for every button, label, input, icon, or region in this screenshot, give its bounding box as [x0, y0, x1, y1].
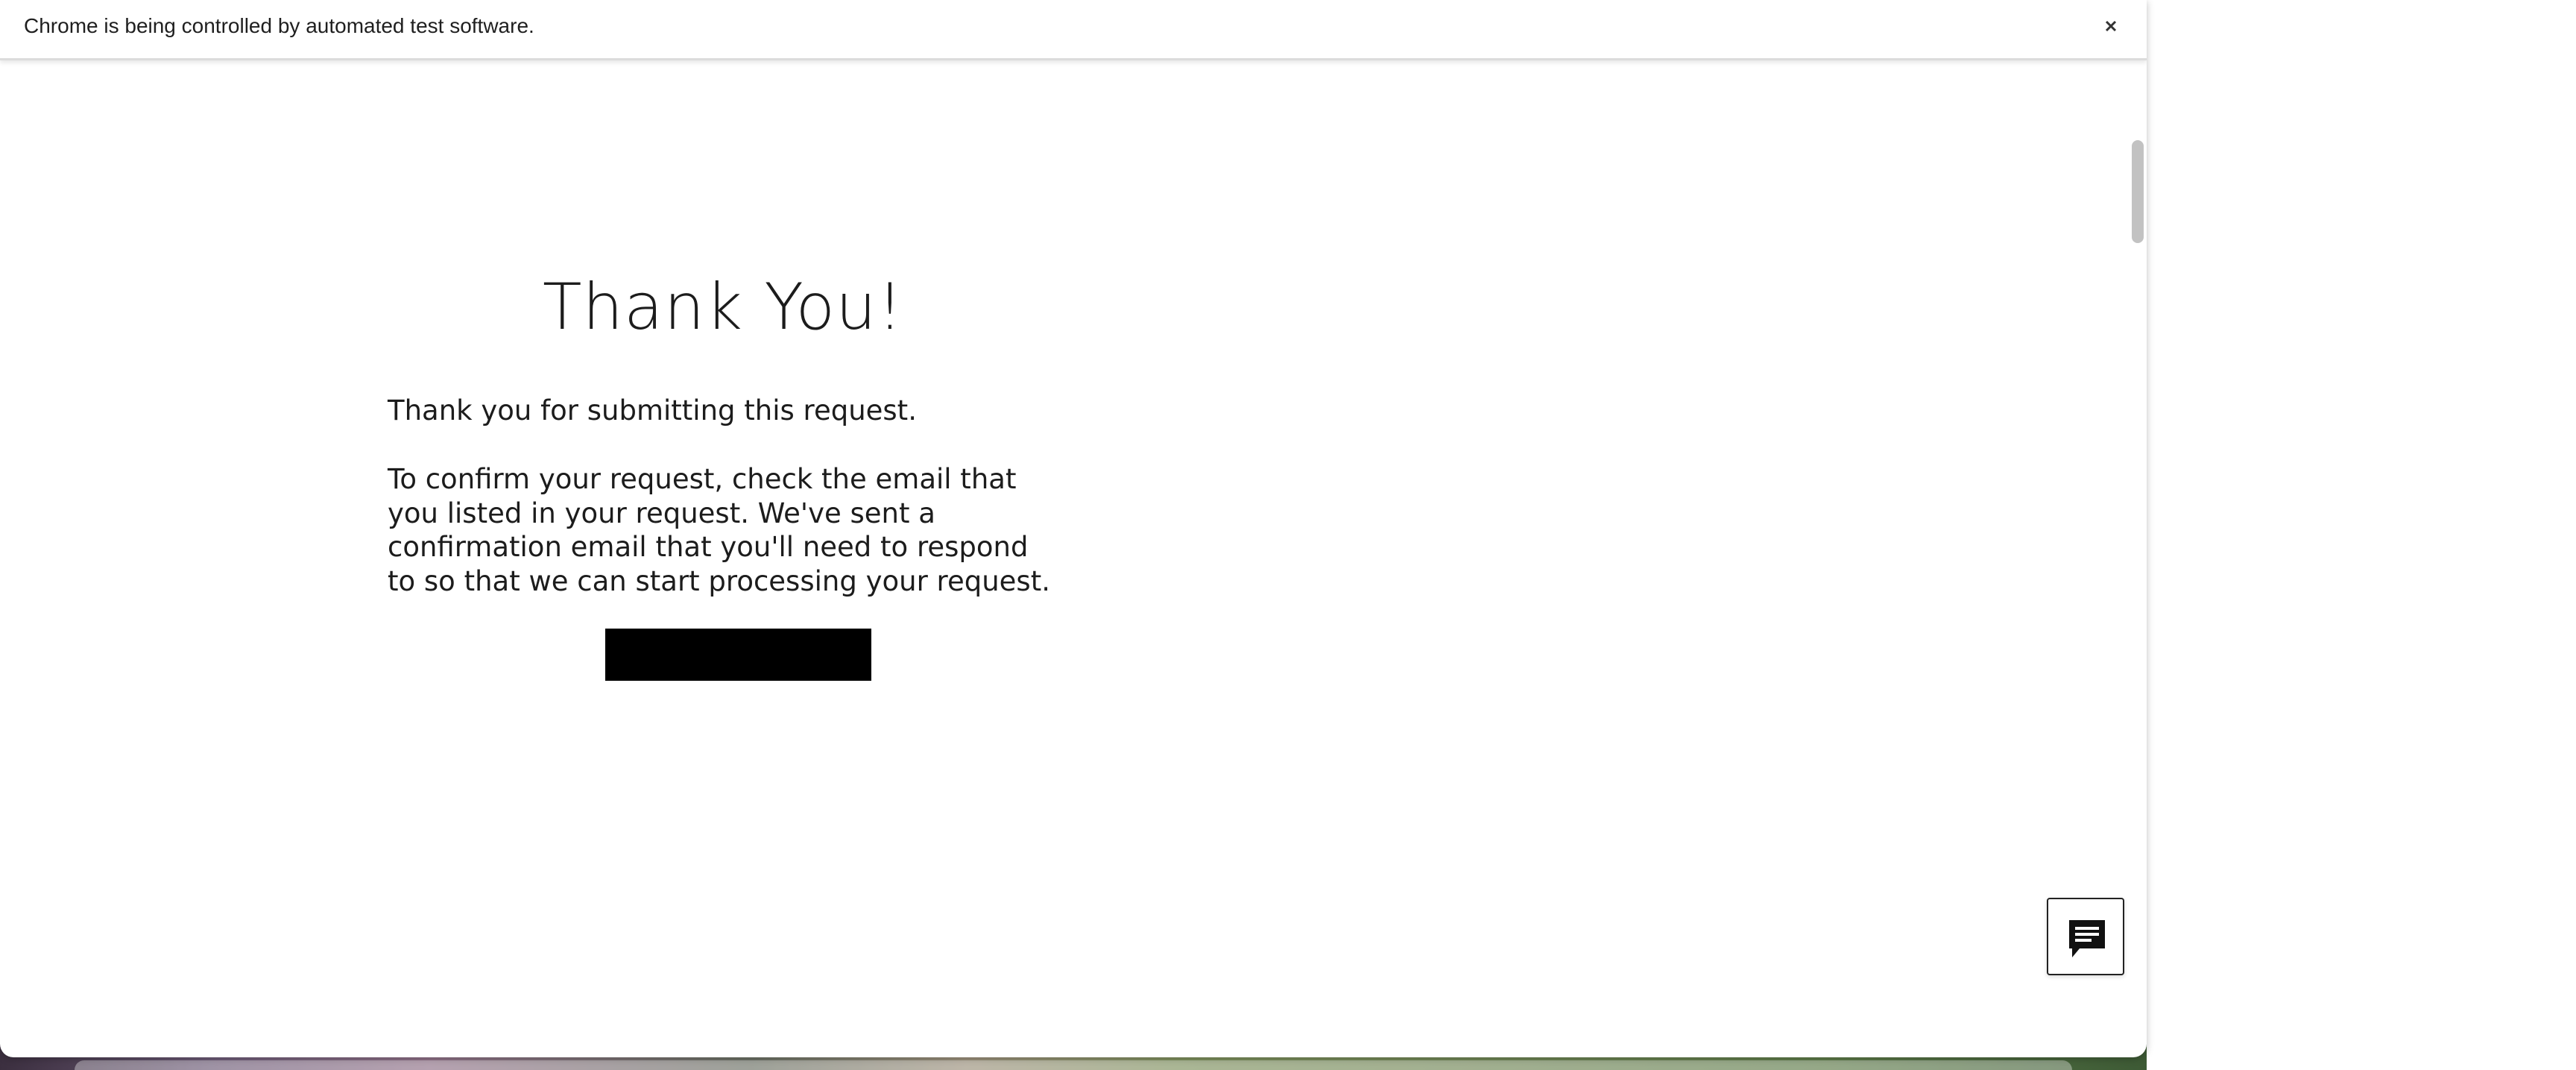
page-title: Thank You!	[542, 270, 904, 344]
page-content: Thank You! Thank you for submitting this…	[0, 60, 2124, 1051]
scrollbar-thumb[interactable]	[2132, 140, 2144, 243]
close-icon[interactable]	[2098, 13, 2124, 39]
confirmation-instructions: To confirm your request, check the email…	[388, 463, 1050, 597]
automation-infobar-text: Chrome is being controlled by automated …	[24, 14, 534, 37]
automation-infobar: Chrome is being controlled by automated …	[0, 0, 2147, 60]
dock	[75, 1060, 2072, 1070]
thanks-message: Thank you for submitting this request.	[388, 394, 917, 427]
chat-widget-button[interactable]	[2047, 898, 2124, 975]
browser-window: Chrome is being controlled by automated …	[0, 0, 2147, 1057]
continue-button[interactable]	[605, 629, 871, 681]
